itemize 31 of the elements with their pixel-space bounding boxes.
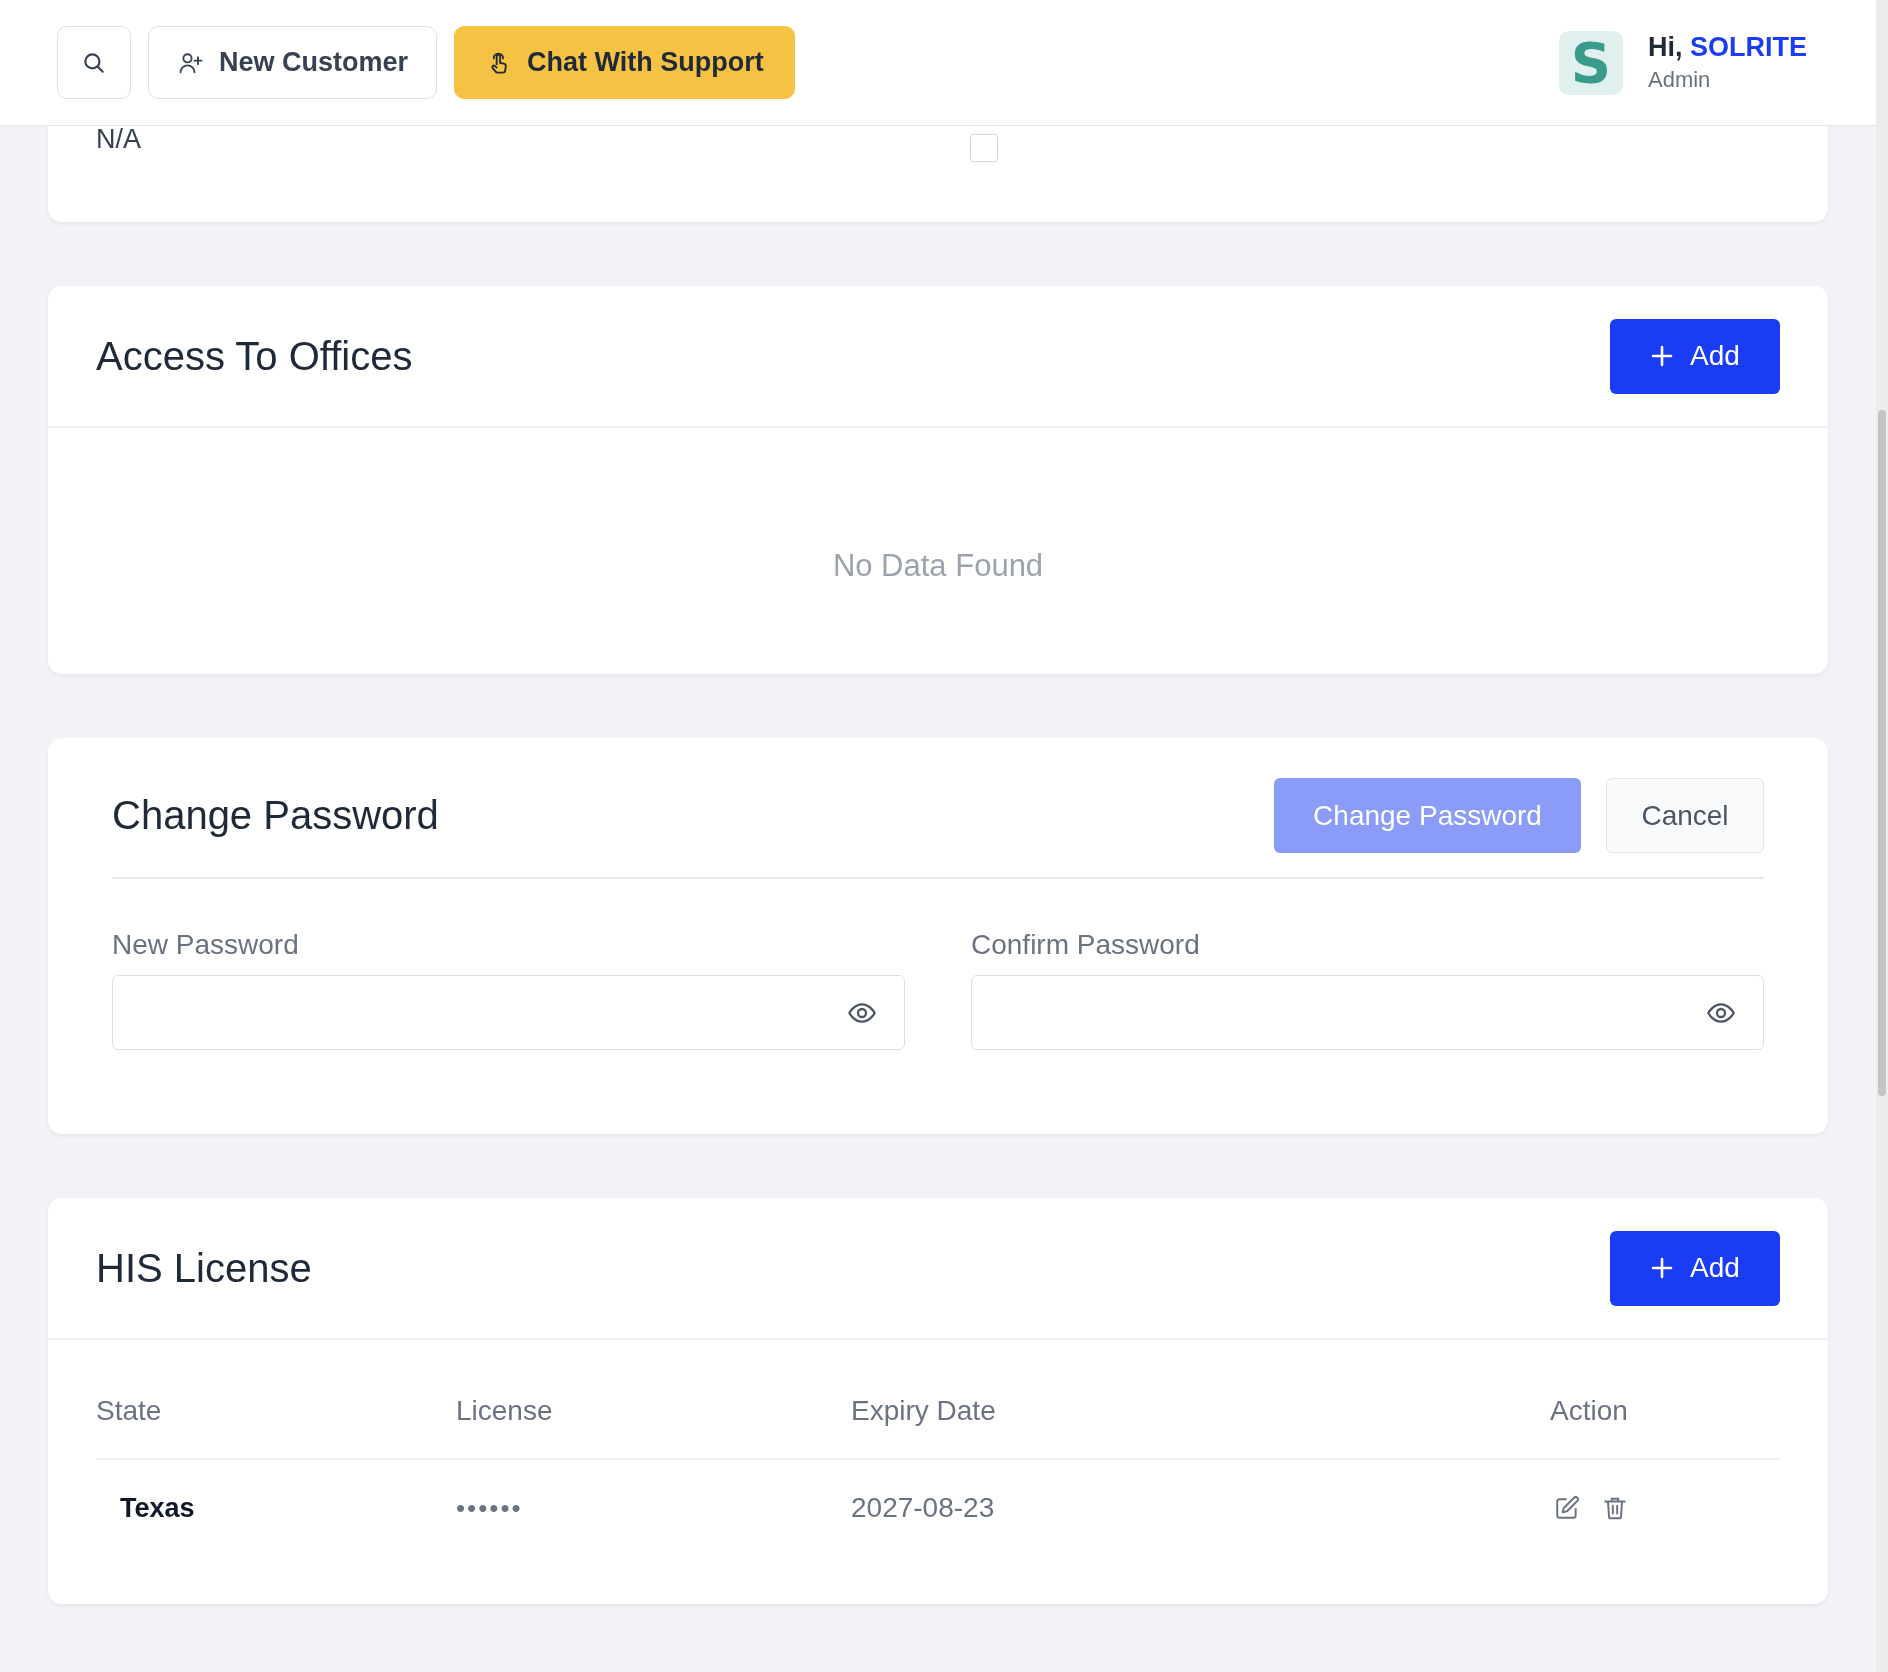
avatar: S	[1559, 30, 1623, 95]
edit-icon[interactable]	[1554, 1495, 1580, 1521]
field-value: N/A	[96, 124, 142, 155]
field-label: Confirm Password	[971, 929, 1201, 961]
password-field[interactable]	[971, 975, 1764, 1050]
section-title: Access To Offices	[96, 333, 413, 379]
new-customer-button[interactable]: New Customer	[148, 26, 438, 99]
checkbox[interactable]	[970, 134, 998, 162]
plus-icon	[1650, 344, 1675, 368]
cancel-button[interactable]: Cancel	[1606, 778, 1764, 853]
empty-message: No Data Found	[832, 548, 1044, 584]
table-cell: ••••••	[456, 1492, 523, 1523]
chat-with-support-button[interactable]: Chat With Support	[454, 26, 795, 99]
greeting: Hi, SOLRITE	[1648, 32, 1809, 63]
field-label: New Password	[112, 929, 300, 961]
scrollbar-thumb[interactable]	[1878, 410, 1886, 1096]
table-cell: 2027-08-23	[851, 1492, 995, 1523]
column-header: Action	[1550, 1395, 1628, 1426]
table-cell: Texas	[120, 1492, 195, 1523]
column-header: Expiry Date	[851, 1395, 996, 1426]
trash-icon[interactable]	[1602, 1495, 1628, 1521]
password-field[interactable]	[112, 975, 905, 1050]
column-header: License	[456, 1395, 553, 1426]
plus-icon	[1650, 1256, 1675, 1280]
add-button[interactable]: Add	[1610, 1230, 1780, 1306]
user-role: Admin	[1648, 67, 1712, 93]
section-title: Change Password	[112, 793, 439, 838]
section-title: HIS License	[96, 1245, 312, 1291]
add-button[interactable]: Add	[1610, 318, 1780, 394]
search-button[interactable]	[57, 26, 131, 99]
column-header: State	[96, 1395, 162, 1426]
